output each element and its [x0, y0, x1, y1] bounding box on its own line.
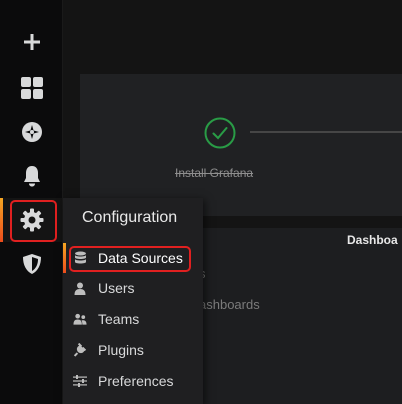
- install-grafana-step[interactable]: Install Grafana: [175, 166, 253, 180]
- user-icon: [73, 281, 87, 295]
- plus-icon: [23, 33, 41, 51]
- team-icon: [73, 312, 87, 326]
- menu-item-plugins[interactable]: Plugins: [63, 335, 203, 365]
- menu-item-users[interactable]: Users: [63, 273, 203, 303]
- step-connector: [250, 131, 402, 133]
- sidebar-item-dashboards[interactable]: [0, 66, 63, 110]
- menu-item-label: Users: [98, 280, 135, 296]
- configuration-highlight: [10, 200, 57, 242]
- plug-icon: [73, 343, 87, 357]
- compass-icon: [21, 121, 43, 143]
- sidebar-item-alerting[interactable]: [0, 154, 63, 198]
- menu-item-teams[interactable]: Teams: [63, 304, 203, 334]
- menu-item-label: Preferences: [98, 373, 174, 389]
- configuration-menu-title: Configuration: [82, 209, 178, 226]
- shield-icon: [22, 253, 42, 275]
- sliders-icon: [73, 374, 87, 388]
- getting-started-panel: [80, 74, 402, 216]
- dashboards-panel-header: Dashboa: [347, 233, 398, 247]
- check-circle-icon: [204, 117, 236, 149]
- sidebar-item-server-admin[interactable]: [0, 242, 63, 286]
- bell-icon: [22, 165, 42, 187]
- menu-item-preferences[interactable]: Preferences: [63, 366, 203, 396]
- sidebar-item-explore[interactable]: [0, 110, 63, 154]
- data-sources-highlight: [69, 246, 191, 272]
- grid-icon: [20, 77, 43, 99]
- dashboards-panel-item: ashboards: [199, 297, 260, 312]
- menu-item-label: Teams: [98, 311, 140, 327]
- sidebar-item-create[interactable]: [0, 20, 63, 64]
- menu-item-label: Plugins: [98, 342, 144, 358]
